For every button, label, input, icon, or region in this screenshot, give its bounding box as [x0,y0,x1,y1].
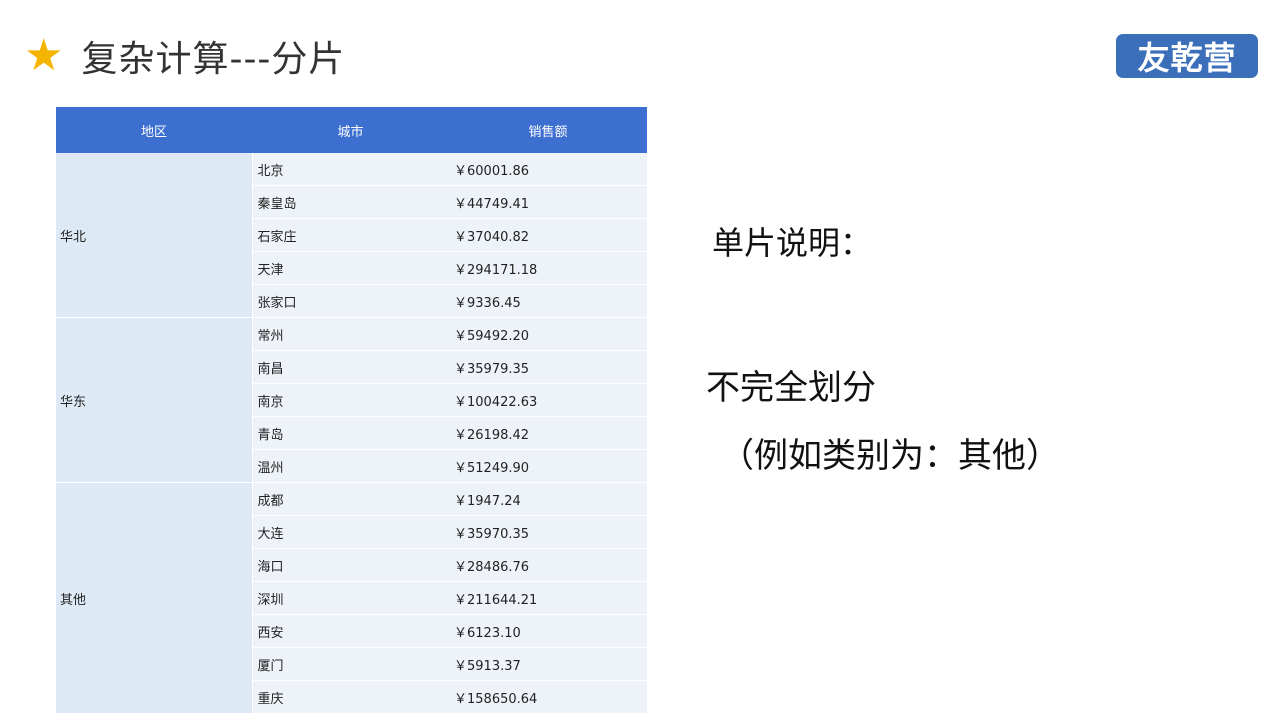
sales-cell: ￥26198.42 [449,416,647,450]
sales-cell: ￥1947.24 [449,482,647,516]
city-cell: 温州 [252,449,449,483]
sales-cell: ￥28486.76 [449,548,647,582]
region-cell: 华东 [56,317,253,483]
city-cell: 深圳 [252,581,449,615]
slide-header: ★ 复杂计算---分片 [24,28,345,84]
table-header-row: 地区 城市 销售额 [56,107,647,153]
region-cell: 华北 [56,153,253,318]
sales-table: 地区 城市 销售额 华北 北京 ￥60001.86 秦皇岛 ￥44749.41 石家庄 ￥3… [56,107,647,714]
city-cell: 石家庄 [252,218,449,252]
city-cell: 秦皇岛 [252,185,449,219]
city-cell: 大连 [252,515,449,549]
brand-logo: 友乾营 [1116,34,1258,78]
city-cell: 张家口 [252,284,449,318]
sales-cell: ￥60001.86 [449,153,647,186]
city-cell: 成都 [252,482,449,516]
column-header-city[interactable]: 城市 [252,107,449,153]
sales-cell: ￥294171.18 [449,251,647,285]
sales-cell: ￥9336.45 [449,284,647,318]
city-cell: 重庆 [252,680,449,714]
sales-cell: ￥158650.64 [449,680,647,714]
sales-cell: ￥35979.35 [449,350,647,384]
city-cell: 南京 [252,383,449,417]
sales-cell: ￥6123.10 [449,614,647,648]
city-cell: 南昌 [252,350,449,384]
table-row: 华北 北京 ￥60001.86 [56,153,647,318]
city-cell: 北京 [252,153,449,186]
sales-cell: ￥211644.21 [449,581,647,615]
slice-description-label: 单片说明： [712,224,873,262]
slide-title: 复杂计算---分片 [81,39,346,80]
sales-table-container: 地区 城市 销售额 华北 北京 ￥60001.86 秦皇岛 ￥44749.41 石家庄 ￥3… [56,107,647,714]
table-body: 华北 北京 ￥60001.86 秦皇岛 ￥44749.41 石家庄 ￥37040.82 天津 ￥… [56,153,647,714]
region-cell: 其他 [56,482,253,714]
city-cell: 厦门 [252,647,449,681]
column-header-sales[interactable]: 销售额 [449,107,647,153]
slice-description-example: （例如类别为：其他） [720,436,1060,476]
city-cell: 海口 [252,548,449,582]
table-row: 华东 常州 ￥59492.20 [56,317,647,483]
star-icon: ★ [24,30,64,81]
city-cell: 西安 [252,614,449,648]
column-header-region[interactable]: 地区 [56,107,252,153]
sales-cell: ￥100422.63 [449,383,647,417]
city-cell: 常州 [252,317,449,351]
sales-cell: ￥59492.20 [449,317,647,351]
sales-cell: ￥37040.82 [449,218,647,252]
sales-cell: ￥5913.37 [449,647,647,681]
slice-description-main: 不完全划分 [706,368,876,408]
sales-cell: ￥35970.35 [449,515,647,549]
city-cell: 青岛 [252,416,449,450]
sales-cell: ￥51249.90 [449,449,647,483]
city-cell: 天津 [252,251,449,285]
sales-cell: ￥44749.41 [449,185,647,219]
table-row: 其他 成都 ￥1947.24 [56,482,647,714]
